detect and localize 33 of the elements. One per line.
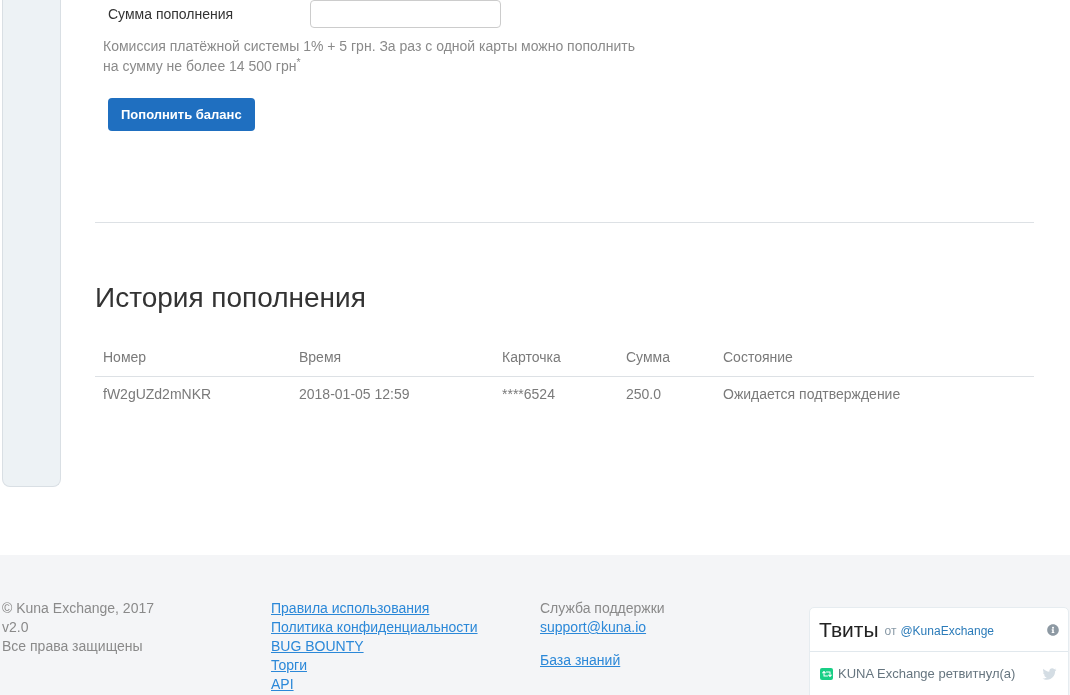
widget-by-text: от (884, 623, 897, 640)
amount-label: Сумма пополнения (108, 4, 235, 24)
footer-link[interactable]: API (271, 675, 294, 694)
bird-icon[interactable] (1041, 666, 1058, 681)
retweet-icon (820, 667, 833, 680)
history-heading: История пополнения (95, 281, 366, 315)
column-header: Сумма (625, 347, 671, 367)
footer-text: v2.0 (2, 618, 29, 637)
info-icon[interactable] (1047, 623, 1059, 636)
twitter-handle-link[interactable]: @KunaExchange (900, 622, 994, 640)
footer-text: Все права защищены (2, 637, 143, 656)
top-up-button[interactable]: Пополнить баланс (108, 98, 255, 131)
footer-link[interactable]: Торги (271, 656, 307, 675)
table-cell-text: 250.0 (625, 384, 663, 404)
widget-title: Твиты (819, 616, 879, 643)
column-header: Номер (102, 347, 148, 367)
column-header: Карточка (501, 347, 562, 367)
support-label: Служба поддержки (540, 599, 665, 618)
footer-link[interactable]: BUG BOUNTY (271, 637, 364, 656)
commission-note: Комиссия платёжной системы 1% + 5 грн. За раз с одной карты можно пополнить на сумму не более 14 500 грн$^{*}$ (103, 37, 636, 76)
table-cell-text: Ожидается подтверждение (722, 384, 902, 404)
footer-link[interactable]: Правила использования (271, 599, 430, 618)
footer-link[interactable]: Политика конфиденциальности (271, 618, 478, 637)
column-header: Состояние (722, 347, 794, 367)
knowledge-base-link[interactable]: База знаний (540, 651, 621, 670)
table-cell-text: fW2gUZd2mNKR (102, 384, 213, 404)
table-cell-text: 2018-01-05 12:59 (298, 384, 411, 404)
support-email-link[interactable]: support@kuna.io (540, 618, 647, 637)
retweet-text: KUNA Exchange ретвитнул(а) (838, 665, 1016, 683)
amount-input-field[interactable] (310, 0, 501, 28)
footer-text: © Kuna Exchange, 2017 (2, 599, 154, 618)
column-header: Время (298, 347, 343, 367)
table-cell-text: ****6524 (501, 384, 556, 404)
